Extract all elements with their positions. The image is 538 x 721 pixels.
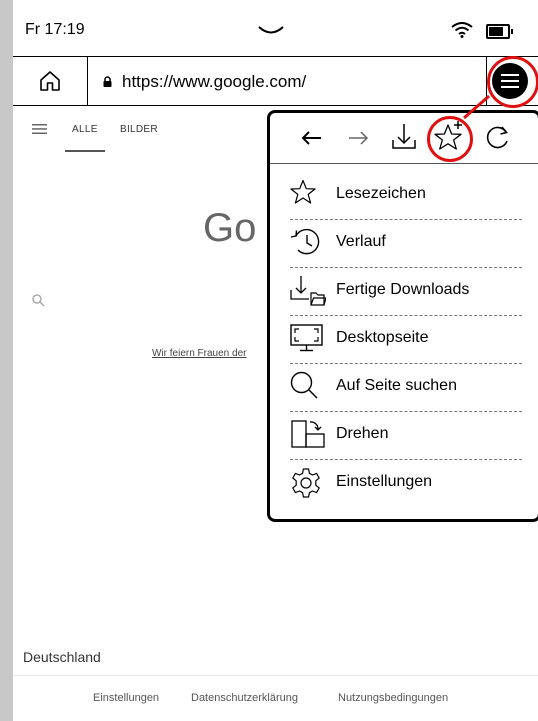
country-label: Deutschland: [23, 649, 101, 665]
star-icon: [290, 179, 316, 204]
add-bookmark-highlight: [427, 116, 473, 162]
download-icon[interactable]: [390, 113, 418, 163]
menu-item-settings[interactable]: Einstellungen: [290, 459, 522, 507]
browser-menu-popup: Lesezeichen Verlauf Fertige Downloads De…: [267, 110, 538, 522]
back-arrow-icon[interactable]: [300, 113, 324, 163]
downloads-folder-icon: [290, 276, 326, 306]
menu-item-label: Fertige Downloads: [336, 281, 470, 298]
settings-gear-icon: [292, 468, 320, 498]
menu-item-find-in-page[interactable]: Auf Seite suchen: [290, 363, 522, 412]
menu-button-highlight: [487, 56, 538, 108]
home-icon: [40, 71, 60, 91]
forward-arrow-icon[interactable]: [346, 113, 370, 163]
google-logo: Go: [203, 206, 257, 250]
footer-link-terms[interactable]: Nutzungsbedingungen: [338, 692, 448, 704]
menu-nav-row: [270, 113, 538, 164]
google-footer: Einstellungen Datenschutzerklärung Nutzu…: [13, 675, 538, 721]
lock-icon: [103, 76, 112, 87]
menu-item-label: Verlauf: [336, 233, 386, 250]
desktop-icon: [290, 324, 323, 352]
reload-icon[interactable]: [484, 113, 512, 163]
doodle-link[interactable]: Wir feiern Frauen der: [152, 348, 246, 359]
menu-item-history[interactable]: Verlauf: [290, 219, 522, 268]
menu-item-label: Desktopseite: [336, 329, 429, 346]
menu-item-label: Auf Seite suchen: [336, 377, 457, 394]
ereader-screen: Fr 17:19 https://www.google.com/ ALLE BI…: [13, 0, 538, 721]
footer-link-privacy[interactable]: Datenschutzerklärung: [191, 692, 298, 704]
battery-icon: [486, 24, 513, 39]
chevron-down-icon[interactable]: [258, 26, 284, 36]
hamburger-icon[interactable]: [32, 124, 47, 134]
status-time: Fr 17:19: [25, 21, 85, 38]
menu-item-bookmarks[interactable]: Lesezeichen: [290, 171, 522, 220]
rotate-icon: [291, 420, 325, 448]
menu-item-desktop-site[interactable]: Desktopseite: [290, 315, 522, 364]
menu-item-label: Einstellungen: [336, 473, 433, 490]
search-icon: [290, 371, 318, 399]
menu-item-label: Lesezeichen: [336, 185, 426, 202]
status-bar: Fr 17:19: [13, 0, 538, 56]
tab-all[interactable]: ALLE: [72, 124, 98, 135]
menu-item-downloads[interactable]: Fertige Downloads: [290, 267, 522, 316]
browser-toolbar: https://www.google.com/: [13, 56, 538, 106]
url-text: https://www.google.com/: [122, 72, 307, 91]
home-button[interactable]: [13, 57, 88, 105]
search-icon: [32, 294, 45, 307]
tab-images[interactable]: BILDER: [120, 124, 158, 135]
history-icon: [290, 229, 320, 255]
footer-link-settings[interactable]: Einstellungen: [93, 692, 159, 704]
active-tab-underline: [65, 150, 105, 152]
menu-item-label: Drehen: [336, 425, 389, 442]
menu-item-rotate[interactable]: Drehen: [290, 411, 522, 460]
address-bar[interactable]: https://www.google.com/: [88, 57, 487, 105]
wifi-icon: [451, 22, 473, 38]
